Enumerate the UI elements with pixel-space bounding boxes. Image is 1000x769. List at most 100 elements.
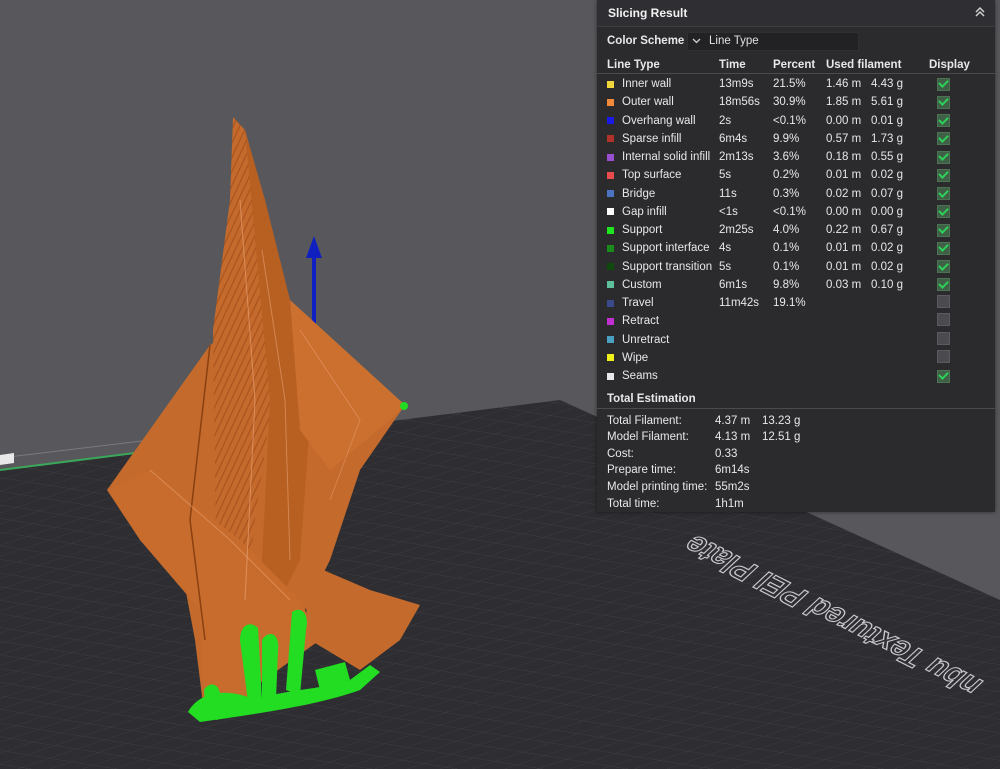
display-checkbox[interactable] <box>937 349 950 363</box>
line-type-cell: Top surface <box>607 169 719 181</box>
display-cell <box>929 260 969 274</box>
chevron-double-up-icon[interactable] <box>973 6 987 20</box>
line-type-cell: Support interface <box>607 242 719 254</box>
line-type-name: Wipe <box>622 351 649 364</box>
header-used-filament: Used filament <box>826 58 902 71</box>
display-cell <box>929 95 969 109</box>
line-type-name: Inner wall <box>622 78 672 91</box>
line-type-cell: Overhang wall <box>607 115 719 127</box>
color-swatch-icon <box>607 263 614 271</box>
weight-cell: 0.01 g <box>871 114 903 127</box>
total-estimation-title: Total Estimation <box>597 385 995 410</box>
line-type-cell: Wipe <box>607 352 719 364</box>
display-cell <box>929 331 969 348</box>
display-checkbox[interactable] <box>937 278 950 292</box>
display-checkbox[interactable] <box>937 95 950 109</box>
time-cell: 11m42s <box>719 297 760 310</box>
display-checkbox[interactable] <box>937 241 950 255</box>
length-cell: 0.22 m <box>826 224 862 237</box>
weight-cell: 5.61 g <box>871 96 903 109</box>
length-cell: 0.01 m <box>826 169 862 182</box>
color-swatch-icon <box>607 80 614 88</box>
total-row: Prepare time: 6m14s <box>597 462 995 479</box>
display-checkbox[interactable] <box>937 77 950 91</box>
table-row: Support transition 5s 0.1% 0.01 m 0.02 g <box>597 258 995 276</box>
line-type-name: Support transition <box>622 260 713 273</box>
display-checkbox[interactable] <box>937 313 950 327</box>
line-type-name: Gap infill <box>622 205 667 218</box>
display-cell <box>929 114 969 128</box>
display-checkbox[interactable] <box>937 205 950 219</box>
display-cell <box>929 205 969 219</box>
line-type-name: Bridge <box>622 187 656 200</box>
weight-cell: 0.02 g <box>871 260 903 273</box>
color-swatch-icon <box>607 299 614 307</box>
table-row: Gap infill <1s <0.1% 0.00 m 0.00 g <box>597 203 995 221</box>
time-cell: 2m13s <box>719 151 754 164</box>
total-value-secondary: 12.51 g <box>762 431 801 444</box>
display-checkbox[interactable] <box>937 331 950 345</box>
total-value: 0.33 <box>715 447 738 460</box>
percent-cell: 4.0% <box>773 224 800 237</box>
weight-cell: 0.02 g <box>871 169 903 182</box>
display-checkbox[interactable] <box>937 369 950 383</box>
color-swatch-icon <box>607 336 614 344</box>
table-row: Top surface 5s 0.2% 0.01 m 0.02 g <box>597 166 995 184</box>
line-type-cell: Gap infill <box>607 206 719 218</box>
color-swatch-icon <box>607 135 614 143</box>
display-checkbox[interactable] <box>937 295 950 309</box>
table-row: Travel 11m42s 19.1% <box>597 294 995 312</box>
display-checkbox[interactable] <box>937 150 950 164</box>
percent-cell: 9.9% <box>773 132 800 145</box>
display-checkbox[interactable] <box>937 223 950 237</box>
table-row: Bridge 11s 0.3% 0.02 m 0.07 g <box>597 185 995 203</box>
table-row: Overhang wall 2s <0.1% 0.00 m 0.01 g <box>597 112 995 130</box>
color-swatch-icon <box>607 190 614 198</box>
display-cell <box>929 77 969 91</box>
display-cell <box>929 349 969 366</box>
time-cell: 18m56s <box>719 96 760 109</box>
display-checkbox[interactable] <box>937 260 950 274</box>
display-cell <box>929 313 969 329</box>
length-cell: 0.02 m <box>826 187 862 200</box>
line-type-cell: Seams <box>607 370 719 382</box>
color-swatch-icon <box>607 171 614 179</box>
line-type-name: Retract <box>622 315 660 328</box>
time-cell: 13m9s <box>719 78 754 91</box>
line-type-cell: Support <box>607 224 719 236</box>
table-row: Support interface 4s 0.1% 0.01 m 0.02 g <box>597 239 995 257</box>
display-cell <box>929 150 969 164</box>
total-label: Model Filament: <box>607 431 689 444</box>
weight-cell: 0.00 g <box>871 205 903 218</box>
display-checkbox[interactable] <box>937 187 950 201</box>
color-swatch-icon <box>607 208 614 216</box>
display-checkbox[interactable] <box>937 132 950 146</box>
panel-title: Slicing Result <box>608 6 688 20</box>
length-cell: 0.00 m <box>826 114 862 127</box>
total-label: Total Filament: <box>607 414 682 427</box>
weight-cell: 0.07 g <box>871 187 903 200</box>
line-type-name: Outer wall <box>622 96 674 109</box>
length-cell: 0.00 m <box>826 205 862 218</box>
percent-cell: 0.1% <box>773 260 800 273</box>
display-cell <box>929 132 969 146</box>
length-cell: 1.85 m <box>826 96 862 109</box>
time-cell: 11s <box>719 187 737 200</box>
time-cell: 5s <box>719 260 732 273</box>
percent-cell: <0.1% <box>773 205 806 218</box>
total-value: 55m2s <box>715 480 750 493</box>
panel-header: Slicing Result <box>597 0 995 27</box>
percent-cell: 30.9% <box>773 96 806 109</box>
time-cell: 2m25s <box>719 224 754 237</box>
line-type-name: Internal solid infill <box>622 151 711 164</box>
total-label: Total time: <box>607 497 660 510</box>
table-row: Internal solid infill 2m13s 3.6% 0.18 m 0.55… <box>597 148 995 166</box>
line-type-cell: Inner wall <box>607 78 719 90</box>
total-estimation-list: Total Filament: 4.37 m 13.23 g Model Filame… <box>597 409 995 512</box>
color-scheme-dropdown[interactable]: Line Type <box>687 31 859 51</box>
table-header: Line Type Time Percent Used filament Dis… <box>597 56 995 74</box>
display-checkbox[interactable] <box>937 114 950 128</box>
line-type-cell: Bridge <box>607 188 719 200</box>
line-type-name: Unretract <box>622 333 670 346</box>
display-checkbox[interactable] <box>937 168 950 182</box>
